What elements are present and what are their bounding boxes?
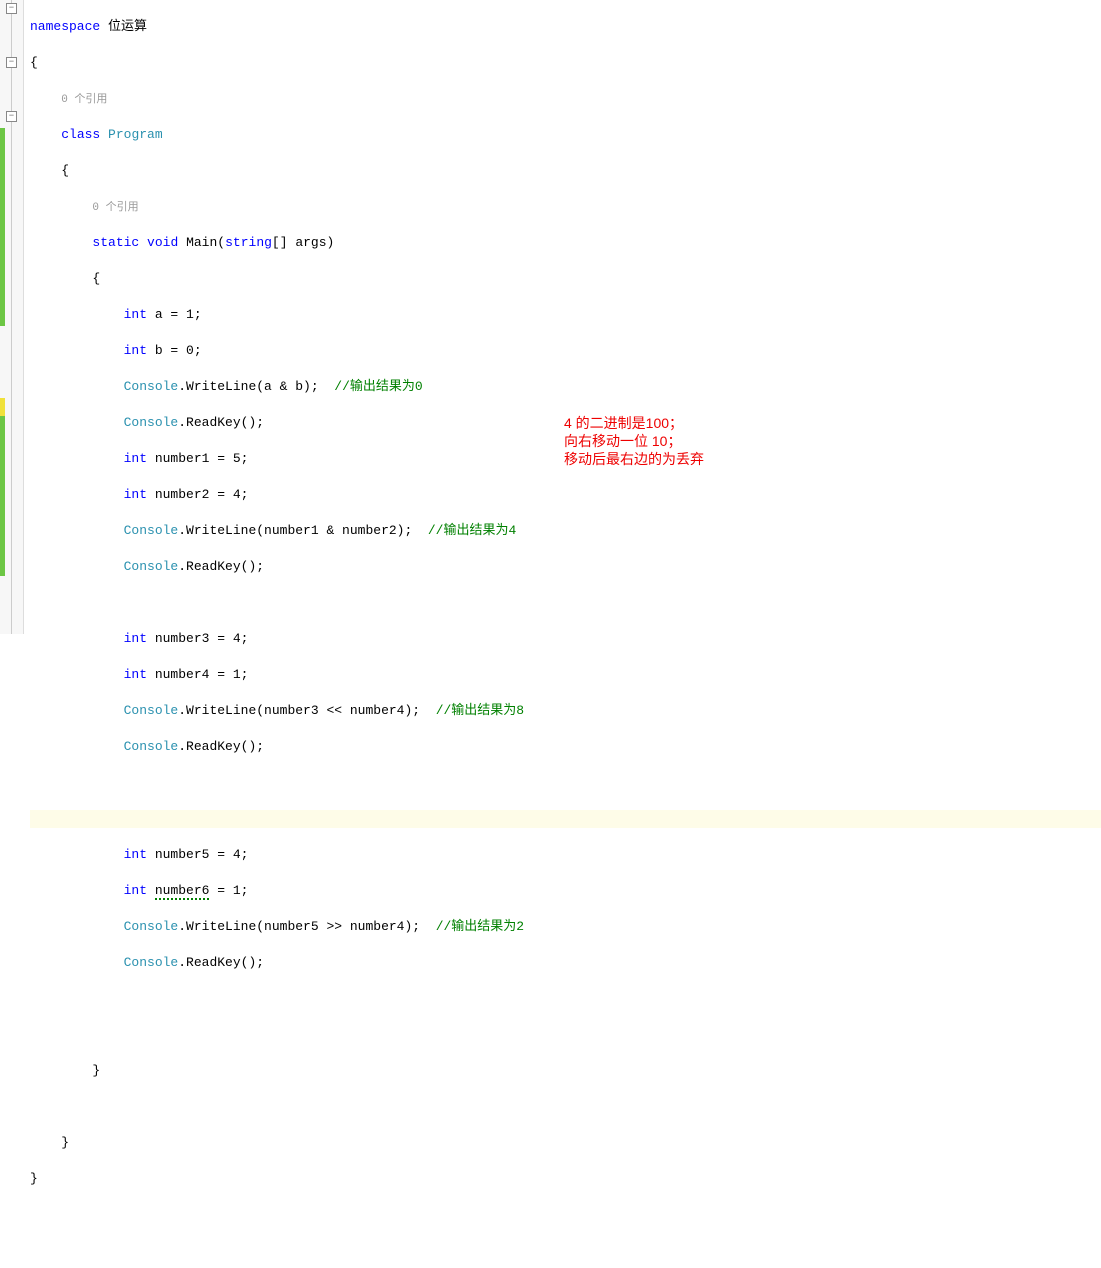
references-hint[interactable]: 0 个引用 (92, 202, 138, 214)
brace: } (30, 1171, 38, 1186)
var-unused-warning: number6 (155, 883, 210, 900)
change-marker-green-2 (0, 416, 5, 576)
var-decl: b = 0; (147, 343, 202, 358)
fold-namespace-icon[interactable]: − (6, 3, 17, 14)
var-decl: number2 = 4; (147, 487, 248, 502)
comment: //输出结果为4 (428, 523, 516, 538)
brace: { (61, 163, 69, 178)
type-console: Console (124, 919, 179, 934)
annotation-line1: 4 的二进制是100； (564, 414, 683, 432)
comment: //输出结果为2 (436, 919, 524, 934)
brace: { (30, 55, 38, 70)
change-marker-green (0, 128, 5, 326)
var-decl: number4 = 1; (147, 667, 248, 682)
method-call: .WriteLine(number1 & number2); (178, 523, 428, 538)
editor-gutter: − − − (0, 0, 24, 634)
keyword-int: int (124, 631, 147, 646)
type-console: Console (124, 559, 179, 574)
method-call: .ReadKey(); (178, 415, 264, 430)
brace: } (92, 1063, 100, 1078)
keyword-int: int (124, 667, 147, 682)
var-decl-pre (147, 883, 155, 898)
fold-class-icon[interactable]: − (6, 57, 17, 68)
highlighted-blank-line (30, 810, 1101, 828)
var-decl: number1 = 5; (147, 451, 248, 466)
method-call: .ReadKey(); (178, 739, 264, 754)
references-hint[interactable]: 0 个引用 (61, 94, 107, 106)
keyword-static: static (92, 235, 139, 250)
var-decl: number5 = 4; (147, 847, 248, 862)
keyword-int: int (124, 883, 147, 898)
method-call: .WriteLine(number5 >> number4); (178, 919, 435, 934)
keyword-string: string (225, 235, 272, 250)
keyword-int: int (124, 307, 147, 322)
method-call: .WriteLine(a & b); (178, 379, 334, 394)
type-console: Console (124, 379, 179, 394)
namespace-name: 位运算 (108, 19, 147, 34)
args: [] args) (272, 235, 334, 250)
brace: } (61, 1135, 69, 1150)
comment: //输出结果为0 (334, 379, 422, 394)
class-name: Program (108, 127, 163, 142)
method-call: .ReadKey(); (178, 559, 264, 574)
keyword-int: int (124, 847, 147, 862)
keyword-class: class (61, 127, 100, 142)
type-console: Console (124, 415, 179, 430)
change-marker-yellow (0, 398, 5, 416)
keyword-namespace: namespace (30, 19, 100, 34)
method-name: Main (186, 235, 217, 250)
annotation-line2: 向右移动一位 10； (564, 432, 681, 450)
type-console: Console (124, 739, 179, 754)
paren: ( (217, 235, 225, 250)
var-decl: a = 1; (147, 307, 202, 322)
type-console: Console (124, 955, 179, 970)
code-editor[interactable]: namespace 位运算 { 0 个引用 class Program { 0 … (24, 0, 1101, 634)
keyword-int: int (124, 451, 147, 466)
type-console: Console (124, 703, 179, 718)
keyword-int: int (124, 343, 147, 358)
method-call: .ReadKey(); (178, 955, 264, 970)
keyword-void: void (147, 235, 178, 250)
var-decl-post: = 1; (209, 883, 248, 898)
var-decl: number3 = 4; (147, 631, 248, 646)
method-call: .WriteLine(number3 << number4); (178, 703, 435, 718)
comment: //输出结果为8 (436, 703, 524, 718)
brace: { (92, 271, 100, 286)
type-console: Console (124, 523, 179, 538)
fold-method-icon[interactable]: − (6, 111, 17, 122)
annotation-line3: 移动后最右边的为丢弃 (564, 450, 704, 468)
keyword-int: int (124, 487, 147, 502)
